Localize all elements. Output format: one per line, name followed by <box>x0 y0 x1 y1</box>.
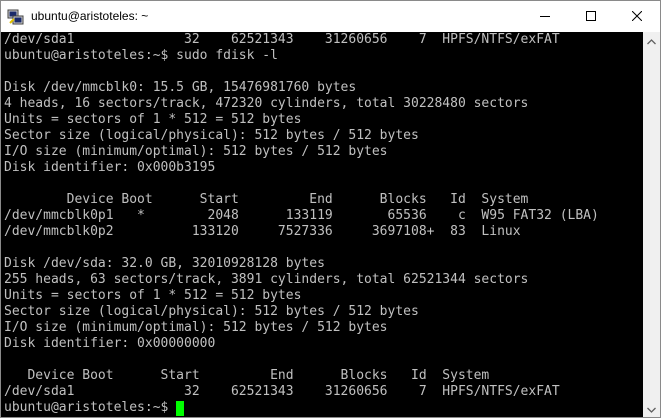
terminal-line: Units = sectors of 1 * 512 = 512 bytes <box>4 112 302 127</box>
putty-icon[interactable] <box>7 8 25 26</box>
scroll-up-arrow-icon <box>647 32 656 50</box>
terminal-lines: /dev/sda1 32 62521343 31260656 7 HPFS/NT… <box>4 32 599 416</box>
shell-prompt: ubuntu@aristoteles:~$ <box>4 400 177 415</box>
scroll-down-button[interactable] <box>643 400 660 417</box>
terminal-window: ubuntu@aristoteles: ~ /dev/sda1 32 62521… <box>0 0 661 418</box>
terminal-line: I/O size (minimum/optimal): 512 bytes / … <box>4 144 388 159</box>
terminal-line: /dev/sda1 32 62521343 31260656 7 HPFS/NT… <box>4 32 560 47</box>
close-button[interactable] <box>614 1 660 32</box>
terminal-line: Sector size (logical/physical): 512 byte… <box>4 304 419 319</box>
terminal-line: Device Boot Start End Blocks Id System <box>4 368 490 383</box>
terminal-line: Disk identifier: 0x00000000 <box>4 336 216 351</box>
vertical-scrollbar[interactable] <box>643 32 660 417</box>
terminal-line: 4 heads, 16 sectors/track, 472320 cylind… <box>4 96 529 111</box>
terminal-line: ubuntu@aristoteles:~$ sudo fdisk -l <box>4 48 278 63</box>
terminal-line: Disk /dev/sda: 32.0 GB, 32010928128 byte… <box>4 256 325 271</box>
scroll-down-arrow-icon <box>647 400 656 418</box>
terminal-line: Device Boot Start End Blocks Id System <box>4 192 529 207</box>
terminal-line: I/O size (minimum/optimal): 512 bytes / … <box>4 320 388 335</box>
minimize-icon <box>540 8 550 26</box>
prompt-line[interactable]: ubuntu@aristoteles:~$ <box>4 400 599 416</box>
terminal-line: Sector size (logical/physical): 512 byte… <box>4 128 419 143</box>
terminal-output[interactable]: /dev/sda1 32 62521343 31260656 7 HPFS/NT… <box>1 32 643 417</box>
terminal-line: /dev/mmcblk0p1 * 2048 133119 65536 c W95… <box>4 208 599 223</box>
maximize-button[interactable] <box>568 1 614 32</box>
terminal-line: Disk /dev/mmcblk0: 15.5 GB, 15476981760 … <box>4 80 357 95</box>
terminal-line: Units = sectors of 1 * 512 = 512 bytes <box>4 288 302 303</box>
window-title: ubuntu@aristoteles: ~ <box>31 9 149 23</box>
scroll-up-button[interactable] <box>643 32 660 49</box>
text-cursor <box>176 401 185 416</box>
terminal-line: /dev/sda1 32 62521343 31260656 7 HPFS/NT… <box>4 384 560 399</box>
terminal-line: 255 heads, 63 sectors/track, 3891 cylind… <box>4 272 529 287</box>
title-bar[interactable]: ubuntu@aristoteles: ~ <box>1 1 660 32</box>
scrollbar-thumb[interactable] <box>645 49 658 400</box>
terminal-line: Disk identifier: 0x000b3195 <box>4 160 216 175</box>
terminal-line: /dev/mmcblk0p2 133120 7527336 3697108+ 8… <box>4 224 521 239</box>
maximize-icon <box>586 8 596 26</box>
minimize-button[interactable] <box>522 1 568 32</box>
close-icon <box>631 8 643 26</box>
